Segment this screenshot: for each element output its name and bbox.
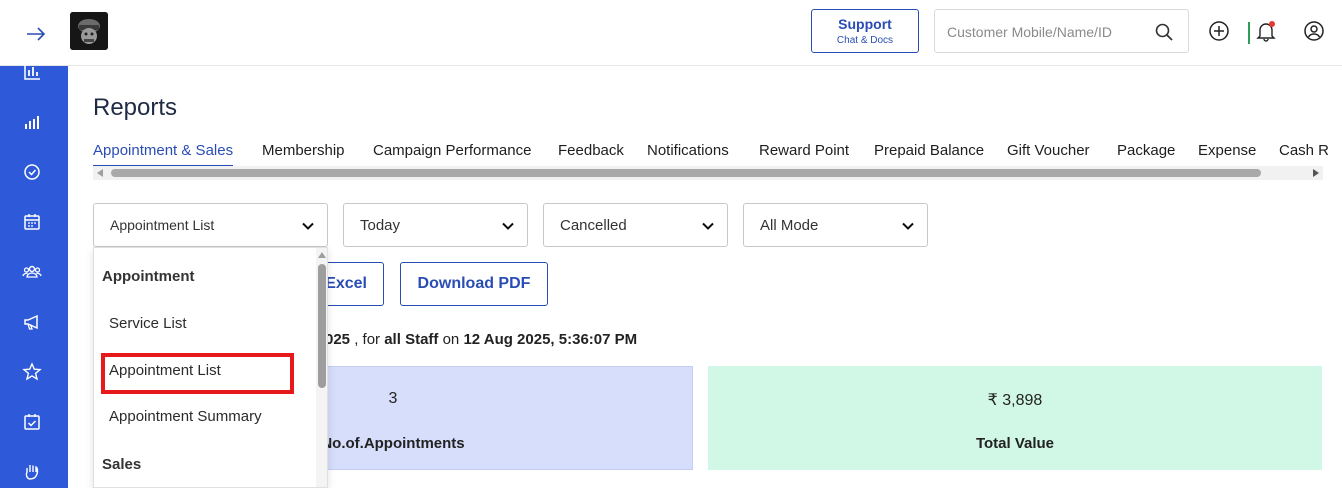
dropdown-item-appointment-summary[interactable]: Appointment Summary <box>109 408 262 425</box>
tab-prepaid-balance[interactable]: Prepaid Balance <box>874 142 984 165</box>
scrollbar-thumb[interactable] <box>111 169 1261 177</box>
avatar[interactable] <box>70 12 108 50</box>
bell-icon[interactable] <box>1255 20 1277 42</box>
dropdown-scrollbar-thumb[interactable] <box>318 264 326 388</box>
period-value: Today <box>360 217 401 234</box>
support-label: Support <box>838 16 892 32</box>
tab-package[interactable]: Package <box>1117 142 1175 165</box>
tab-appointment-sales[interactable]: Appointment & Sales <box>93 142 234 167</box>
info-staff: all Staff <box>384 331 439 348</box>
tab-cash-register[interactable]: Cash R <box>1279 142 1329 165</box>
total-value-label: Total Value <box>975 435 1055 452</box>
top-header: Support Chat & Docs <box>0 0 1342 66</box>
period-select[interactable]: Today <box>343 203 528 247</box>
tab-feedback[interactable]: Feedback <box>558 142 624 165</box>
dropdown-item-appointment-list[interactable]: Appointment List <box>109 362 221 379</box>
customer-search[interactable] <box>934 9 1189 53</box>
tab-reward-point[interactable]: Reward Point <box>759 142 849 165</box>
page-title: Reports <box>93 94 178 121</box>
chevron-down-icon <box>502 222 514 230</box>
star-icon[interactable] <box>22 362 42 382</box>
report-type-value: Appointment List <box>110 217 215 233</box>
scroll-left-arrow[interactable] <box>97 169 103 177</box>
search-input[interactable] <box>947 21 1147 43</box>
total-value-card: ₹ 3,898 Total Value <box>708 366 1322 470</box>
bar-chart-icon[interactable] <box>22 62 42 82</box>
arrow-right-icon[interactable] <box>24 22 48 46</box>
download-pdf-button[interactable]: Download PDF <box>400 262 548 306</box>
status-select[interactable]: Cancelled <box>543 203 728 247</box>
header-divider <box>1248 22 1250 44</box>
info-timestamp: 12 Aug 2025, 5:36:07 PM <box>463 331 638 348</box>
calendar-icon[interactable] <box>22 212 42 232</box>
search-icon[interactable] <box>1154 22 1174 42</box>
dropdown-scrollbar[interactable] <box>316 248 327 487</box>
chevron-down-icon <box>702 222 714 230</box>
info-for: , for <box>354 331 381 348</box>
status-value: Cancelled <box>560 217 627 234</box>
scroll-up-arrow[interactable] <box>318 252 326 258</box>
mode-select[interactable]: All Mode <box>743 203 928 247</box>
tabs-scrollbar[interactable] <box>93 166 1323 180</box>
scroll-right-arrow[interactable] <box>1313 169 1319 177</box>
report-type-dropdown: Appointment Service List Appointment Lis… <box>93 247 328 488</box>
dropdown-group-sales: Sales <box>102 456 142 473</box>
tab-gift-voucher[interactable]: Gift Voucher <box>1007 142 1090 165</box>
tab-expense[interactable]: Expense <box>1198 142 1256 165</box>
report-type-select[interactable]: Appointment List <box>93 203 328 247</box>
dropdown-item-service-list[interactable]: Service List <box>109 315 187 332</box>
tab-notifications[interactable]: Notifications <box>647 142 729 165</box>
dropdown-group-appointment: Appointment <box>102 268 195 285</box>
users-icon[interactable] <box>22 262 42 282</box>
signal-bars-icon[interactable] <box>22 112 42 132</box>
chevron-down-icon <box>302 222 314 230</box>
report-info-line: 025 , for all Staff on 12 Aug 2025, 5:36… <box>325 331 637 348</box>
check-circle-icon[interactable] <box>22 162 42 182</box>
tab-campaign-performance[interactable]: Campaign Performance <box>373 142 531 165</box>
total-value: ₹ 3,898 <box>987 392 1043 409</box>
chevron-down-icon <box>902 222 914 230</box>
tab-membership[interactable]: Membership <box>262 142 345 165</box>
user-icon[interactable] <box>1303 20 1325 42</box>
info-date: 025 <box>325 331 351 348</box>
sidebar <box>0 64 68 488</box>
support-sublabel: Chat & Docs <box>836 35 894 46</box>
plus-circle-icon[interactable] <box>1208 20 1230 42</box>
support-button[interactable]: Support Chat & Docs <box>811 9 919 53</box>
info-on: on <box>442 331 460 348</box>
hand-icon[interactable] <box>22 462 42 482</box>
mode-value: All Mode <box>760 217 819 234</box>
calendar-check-icon[interactable] <box>22 412 42 432</box>
megaphone-icon[interactable] <box>22 312 42 332</box>
